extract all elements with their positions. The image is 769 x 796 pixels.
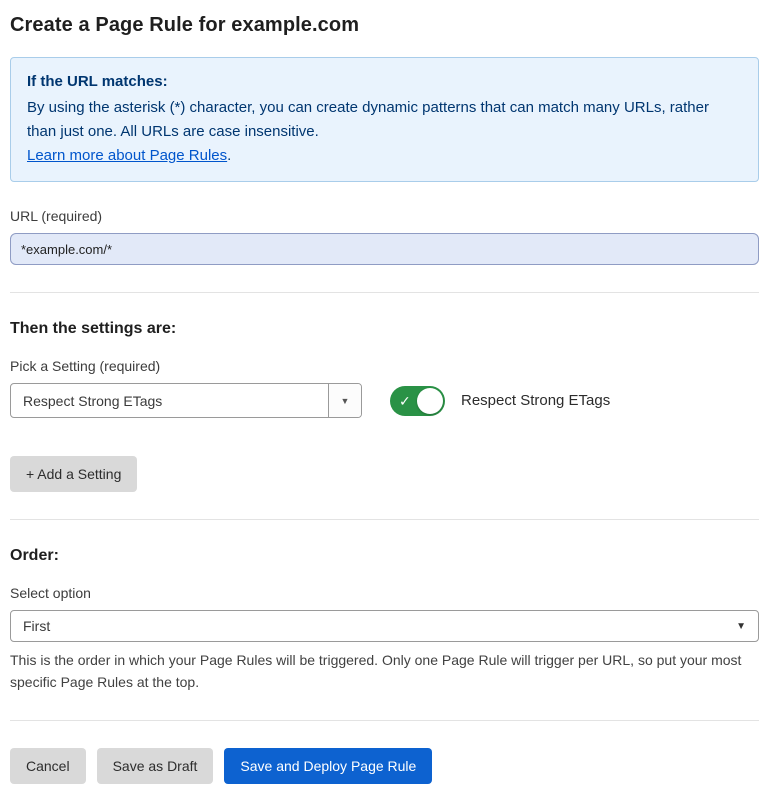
setting-select-arrow-button[interactable]: ▼ <box>328 384 361 417</box>
order-select[interactable]: First ▼ <box>10 610 759 642</box>
etags-toggle[interactable]: ✓ <box>390 386 445 416</box>
settings-section-heading: Then the settings are: <box>10 320 759 338</box>
order-select-value: First <box>23 618 50 634</box>
create-page-rule-form: Create a Page Rule for example.com If th… <box>0 0 769 796</box>
pick-setting-label: Pick a Setting (required) <box>10 358 759 374</box>
chevron-down-icon: ▼ <box>341 396 350 406</box>
footer-actions: Cancel Save as Draft Save and Deploy Pag… <box>10 748 759 784</box>
save-draft-button[interactable]: Save as Draft <box>97 748 214 784</box>
url-input[interactable] <box>10 233 759 265</box>
order-select-label: Select option <box>10 585 759 601</box>
page-title: Create a Page Rule for example.com <box>10 14 759 37</box>
save-deploy-button[interactable]: Save and Deploy Page Rule <box>224 748 432 784</box>
info-box-heading: If the URL matches: <box>27 70 742 94</box>
etags-toggle-label: Respect Strong ETags <box>461 392 610 409</box>
info-box-link-row: Learn more about Page Rules. <box>27 144 742 168</box>
cancel-button[interactable]: Cancel <box>10 748 86 784</box>
learn-more-link[interactable]: Learn more about Page Rules <box>27 147 227 164</box>
url-match-info-box: If the URL matches: By using the asteris… <box>10 57 759 182</box>
link-period: . <box>227 147 231 164</box>
check-icon: ✓ <box>399 391 411 411</box>
divider <box>10 292 759 293</box>
setting-row: Respect Strong ETags ▼ ✓ Respect Strong … <box>10 383 759 418</box>
order-help-text: This is the order in which your Page Rul… <box>10 650 745 693</box>
order-section-heading: Order: <box>10 547 759 565</box>
etags-toggle-group: ✓ Respect Strong ETags <box>390 386 610 416</box>
divider <box>10 519 759 520</box>
setting-select-value: Respect Strong ETags <box>11 393 328 409</box>
toggle-knob <box>417 388 443 414</box>
add-setting-button[interactable]: + Add a Setting <box>10 456 137 492</box>
chevron-down-icon: ▼ <box>736 621 746 632</box>
info-box-body: By using the asterisk (*) character, you… <box>27 96 742 144</box>
setting-select[interactable]: Respect Strong ETags ▼ <box>10 383 362 418</box>
divider <box>10 720 759 721</box>
url-label: URL (required) <box>10 208 759 224</box>
